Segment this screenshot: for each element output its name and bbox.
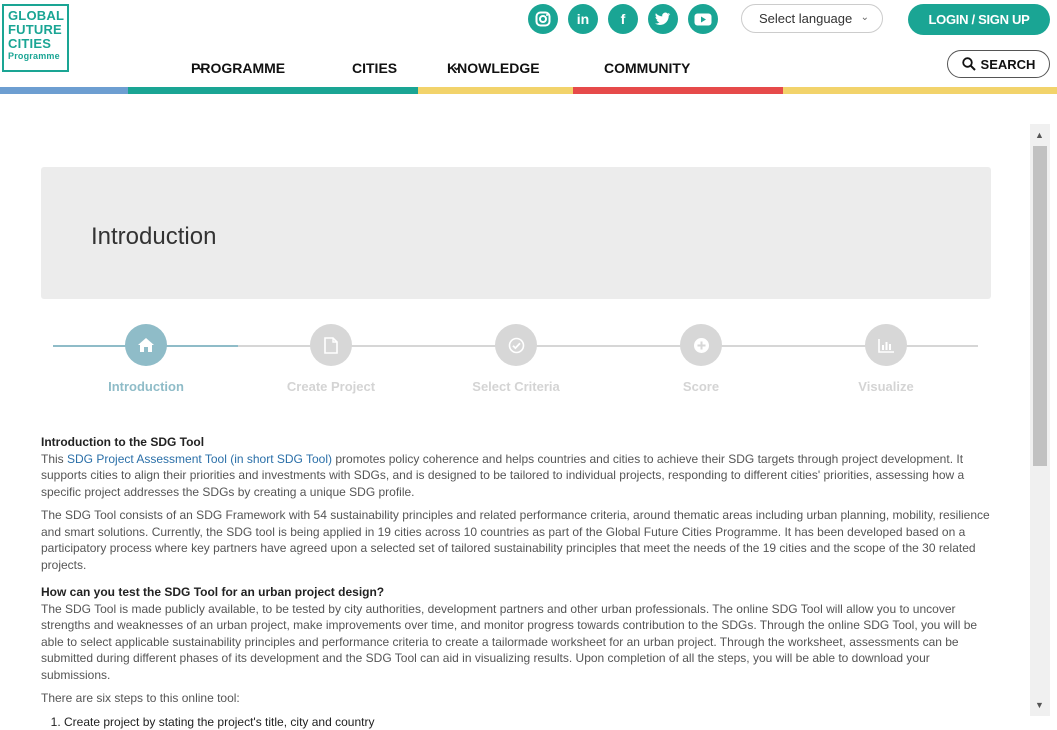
logo-line: FUTURE bbox=[8, 22, 62, 37]
step-select-criteria[interactable]: Select Criteria bbox=[436, 324, 596, 394]
text-span: This bbox=[41, 451, 68, 466]
intro-paragraph: This SDG Project Assessment Tool (in sho… bbox=[41, 451, 991, 501]
decorative-city-strip bbox=[0, 87, 1057, 94]
site-header: GLOBAL FUTURE CITIES Programme in f Sele… bbox=[0, 0, 1057, 87]
step-visualize[interactable]: Visualize bbox=[806, 324, 966, 394]
section-heading: How can you test the SDG Tool for an urb… bbox=[41, 585, 385, 599]
step-create-project[interactable]: Create Project bbox=[251, 324, 411, 394]
global-future-cities-logo[interactable]: GLOBAL FUTURE CITIES Programme bbox=[2, 4, 69, 72]
page-title: Introduction bbox=[91, 223, 217, 250]
check-circle-icon bbox=[495, 324, 537, 366]
language-select-label: Select language bbox=[759, 11, 853, 26]
section-heading: Introduction to the SDG Tool bbox=[41, 435, 205, 449]
bar-chart-icon bbox=[865, 324, 907, 366]
chevron-down-icon: ⌄ bbox=[860, 12, 869, 23]
testing-paragraph: The SDG Tool is made publicly available,… bbox=[41, 601, 978, 682]
steps-list: Create project by stating the project's … bbox=[41, 714, 991, 730]
search-button[interactable]: SEARCH bbox=[947, 50, 1050, 78]
step-label: Visualize bbox=[858, 379, 914, 394]
step-label: Introduction bbox=[108, 379, 184, 394]
intro-section: Introduction to the SDG Tool This SDG Pr… bbox=[41, 434, 991, 573]
login-signup-button[interactable]: LOGIN / SIGN UP bbox=[908, 4, 1050, 35]
scrollbar-thumb[interactable] bbox=[1033, 146, 1047, 466]
plus-circle-icon bbox=[680, 324, 722, 366]
nav-cities[interactable]: CITIES bbox=[352, 60, 397, 76]
testing-section: How can you test the SDG Tool for an urb… bbox=[41, 584, 991, 730]
search-label: SEARCH bbox=[980, 56, 1036, 72]
linkedin-icon[interactable]: in bbox=[568, 4, 598, 34]
language-select[interactable]: Select language ⌄ bbox=[741, 4, 883, 33]
step-score[interactable]: Score bbox=[621, 324, 781, 394]
page-title-banner: Introduction bbox=[41, 167, 991, 299]
youtube-icon[interactable] bbox=[688, 4, 718, 34]
chevron-down-icon: ⌄ bbox=[196, 61, 206, 73]
search-icon bbox=[961, 57, 976, 71]
framework-paragraph: The SDG Tool consists of an SDG Framewor… bbox=[41, 508, 990, 572]
scroll-down-arrow-icon[interactable]: ▼ bbox=[1035, 700, 1044, 710]
nav-community[interactable]: COMMUNITY bbox=[604, 60, 690, 76]
step-introduction[interactable]: Introduction bbox=[66, 324, 226, 394]
document-icon bbox=[310, 324, 352, 366]
chevron-down-icon: ⌄ bbox=[452, 61, 462, 73]
social-links: in f bbox=[528, 4, 718, 34]
twitter-icon[interactable] bbox=[648, 4, 678, 34]
step-label: Create Project bbox=[286, 379, 376, 394]
logo-line: GLOBAL bbox=[8, 8, 65, 23]
steps-intro-paragraph: There are six steps to this online tool: bbox=[41, 691, 240, 705]
sdg-tool-link[interactable]: SDG Project Assessment Tool (in short SD… bbox=[67, 452, 332, 466]
facebook-icon[interactable]: f bbox=[608, 4, 638, 34]
main-content: Introduction Introduction Create Project… bbox=[0, 94, 1030, 730]
step-label: Select Criteria bbox=[472, 379, 560, 394]
logo-line: CITIES bbox=[8, 36, 52, 51]
list-item: Create project by stating the project's … bbox=[64, 714, 991, 730]
logo-line: Programme bbox=[8, 51, 60, 61]
scroll-up-arrow-icon[interactable]: ▲ bbox=[1035, 130, 1044, 140]
step-label: Score bbox=[682, 379, 720, 394]
home-icon bbox=[125, 324, 167, 366]
vertical-scrollbar[interactable]: ▲ ▼ bbox=[1030, 124, 1050, 716]
instagram-icon[interactable] bbox=[528, 4, 558, 34]
